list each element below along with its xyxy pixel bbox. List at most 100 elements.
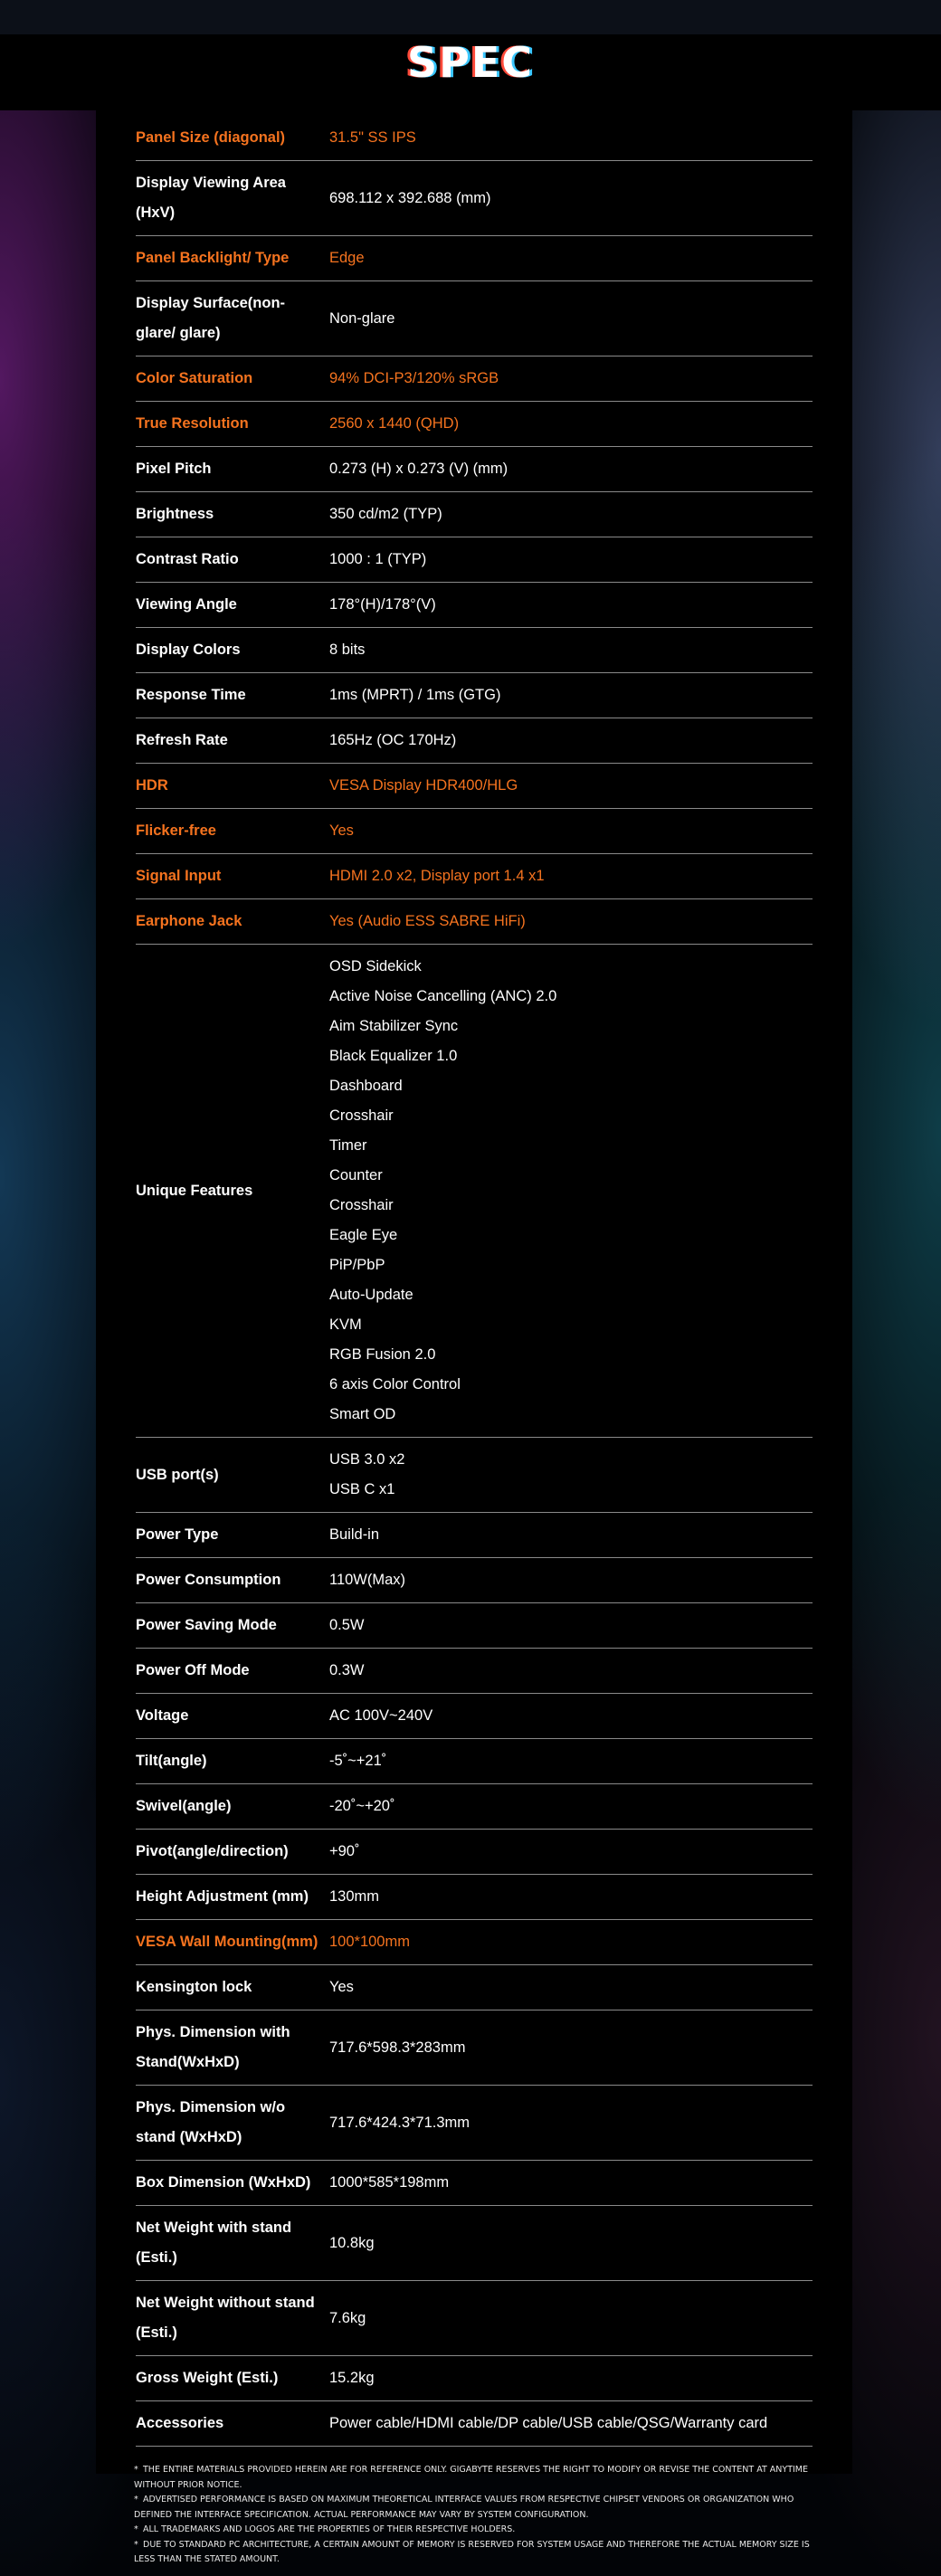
spec-value: -20˚~+20˚ — [329, 1798, 395, 1814]
spec-value: 178°(H)/178°(V) — [329, 596, 436, 613]
spec-row: Swivel(angle) -20˚~+20˚ — [136, 1783, 813, 1830]
spec-value-cell: Build-in — [329, 1512, 813, 1558]
spec-label: Earphone Jack — [136, 898, 329, 945]
spec-value-cell: 8 bits — [329, 627, 813, 673]
spec-row: Display Surface(non-glare/ glare) Non-gla… — [136, 280, 813, 356]
spec-value: Active Noise Cancelling (ANC) 2.0 — [329, 988, 557, 1004]
spec-value-cell: 0.3W — [329, 1648, 813, 1694]
spec-row: Viewing Angle 178°(H)/178°(V) — [136, 582, 813, 628]
spec-label: Net Weight without stand (Esti.) — [136, 2280, 329, 2356]
spec-row: Net Weight with stand (Esti.) 10.8kg — [136, 2205, 813, 2281]
footnote-bullet: * — [134, 2539, 138, 2550]
spec-value: Power cable/HDMI cable/DP cable/USB cabl… — [329, 2415, 768, 2431]
spec-value: KVM — [329, 1317, 362, 1333]
spec-row: Phys. Dimension w/o stand (WxHxD) 717.6*4… — [136, 2085, 813, 2161]
spec-value: OSD Sidekick — [329, 958, 422, 974]
spec-value: 1ms (MPRT) / 1ms (GTG) — [329, 687, 501, 703]
spec-row: HDR VESA Display HDR400/HLG — [136, 763, 813, 809]
spec-value-cell: 1000*585*198mm — [329, 2160, 813, 2206]
spec-value: Non-glare — [329, 309, 395, 327]
spec-value-cell: -20˚~+20˚ — [329, 1783, 813, 1830]
spec-value: +90˚ — [329, 1843, 360, 1859]
spec-value: 0.273 (H) x 0.273 (V) (mm) — [329, 461, 509, 477]
spec-row: Unique Features OSD Sidekick Active Noise … — [136, 944, 813, 1438]
spec-row: VESA Wall Mounting(mm) 100*100mm — [136, 1919, 813, 1965]
spec-value: 165Hz (OC 170Hz) — [329, 732, 457, 748]
spec-value: 7.6kg — [329, 2309, 366, 2326]
spec-row: Color Saturation 94% DCI-P3/120% sRGB — [136, 356, 813, 402]
spec-value: Dashboard — [329, 1078, 403, 1094]
spec-value-cell: 698.112 x 392.688 (mm) — [329, 160, 813, 236]
spec-value: -5˚~+21˚ — [329, 1753, 387, 1769]
spec-value-cell: 31.5" SS IPS — [329, 116, 813, 161]
spec-row: Display Colors 8 bits — [136, 627, 813, 673]
spec-table-body: Panel Size (diagonal) 31.5" SS IPS Display… — [136, 116, 813, 2447]
spec-value: PiP/PbP — [329, 1257, 385, 1273]
spec-value: Yes (Audio ESS SABRE HiFi) — [329, 913, 526, 929]
spec-value: Crosshair — [329, 1197, 394, 1213]
spec-label: Power Saving Mode — [136, 1602, 329, 1649]
spec-value-cell: 0.273 (H) x 0.273 (V) (mm) — [329, 446, 813, 492]
spec-value: RGB Fusion 2.0 — [329, 1346, 436, 1363]
spec-row: Flicker-free Yes — [136, 808, 813, 854]
spec-value-cell: 1ms (MPRT) / 1ms (GTG) — [329, 672, 813, 718]
spec-row: Brightness 350 cd/m2 (TYP) — [136, 491, 813, 537]
spec-label: Kensington lock — [136, 1964, 329, 2010]
spec-panel: Panel Size (diagonal) 31.5" SS IPS Display… — [96, 110, 852, 2474]
spec-value: Aim Stabilizer Sync — [329, 1018, 459, 1034]
footnote-bullet: * — [134, 2495, 138, 2505]
spec-row: Gross Weight (Esti.) 15.2kg — [136, 2355, 813, 2401]
spec-label: Voltage — [136, 1693, 329, 1739]
spec-value: 0.3W — [329, 1662, 365, 1678]
spec-value: 0.5W — [329, 1617, 365, 1633]
spec-row: Display Viewing Area (HxV) 698.112 x 392.… — [136, 160, 813, 236]
spec-value-cell: 100*100mm — [329, 1919, 813, 1965]
spec-value-cell: Power cable/HDMI cable/DP cable/USB cabl… — [329, 2400, 813, 2447]
spec-value: Yes — [329, 1979, 354, 1995]
top-bar — [0, 0, 941, 34]
spec-value: 717.6*424.3*71.3mm — [329, 2114, 470, 2131]
spec-value: Edge — [329, 250, 365, 266]
spec-row: Box Dimension (WxHxD) 1000*585*198mm — [136, 2160, 813, 2206]
spec-value-cell: 7.6kg — [329, 2280, 813, 2356]
spec-label: Pivot(angle/direction) — [136, 1829, 329, 1875]
spec-value: AC 100V~240V — [329, 1707, 433, 1724]
spec-value: Yes — [329, 822, 354, 839]
spec-label: Color Saturation — [136, 356, 329, 402]
spec-label: Gross Weight (Esti.) — [136, 2355, 329, 2401]
spec-value: 717.6*598.3*283mm — [329, 2039, 466, 2056]
spec-label: USB port(s) — [136, 1437, 329, 1513]
spec-row: Power Consumption 110W(Max) — [136, 1557, 813, 1603]
spec-label: Tilt(angle) — [136, 1738, 329, 1784]
spec-row: Accessories Power cable/HDMI cable/DP cab… — [136, 2400, 813, 2447]
spec-value: 8 bits — [329, 642, 366, 658]
spec-value-cell: USB 3.0 x2 USB C x1 — [329, 1437, 813, 1513]
spec-value-cell: 717.6*598.3*283mm — [329, 2010, 813, 2086]
spec-label: Signal Input — [136, 853, 329, 899]
footnotes: * THE ENTIRE MATERIALS PROVIDED HEREIN AR… — [134, 2463, 813, 2568]
spec-row: Net Weight without stand (Esti.) 7.6kg — [136, 2280, 813, 2356]
spec-label: Display Surface(non-glare/ glare) — [136, 280, 329, 356]
spec-label: Phys. Dimension w/o stand (WxHxD) — [136, 2085, 329, 2161]
spec-value: USB C x1 — [329, 1481, 395, 1497]
spec-value-cell: 94% DCI-P3/120% sRGB — [329, 356, 813, 402]
spec-value-cell: VESA Display HDR400/HLG — [329, 763, 813, 809]
spec-value: Eagle Eye — [329, 1227, 398, 1243]
spec-value-cell: 15.2kg — [329, 2355, 813, 2401]
spec-row: Pivot(angle/direction) +90˚ — [136, 1829, 813, 1875]
spec-label: True Resolution — [136, 401, 329, 447]
spec-row: Contrast Ratio 1000 : 1 (TYP) — [136, 537, 813, 583]
spec-row: True Resolution 2560 x 1440 (QHD) — [136, 401, 813, 447]
spec-value-cell: 10.8kg — [329, 2205, 813, 2281]
spec-value-cell: 350 cd/m2 (TYP) — [329, 491, 813, 537]
spec-value-cell: HDMI 2.0 x2, Display port 1.4 x1 — [329, 853, 813, 899]
spec-value: HDMI 2.0 x2, Display port 1.4 x1 — [329, 868, 545, 884]
spec-value: 2560 x 1440 (QHD) — [329, 415, 460, 432]
spec-row: Height Adjustment (mm) 130mm — [136, 1874, 813, 1920]
spec-row: Signal Input HDMI 2.0 x2, Display port 1.… — [136, 853, 813, 899]
spec-label: Panel Backlight/ Type — [136, 235, 329, 281]
spec-label: Accessories — [136, 2400, 329, 2447]
spec-value: 6 axis Color Control — [329, 1376, 461, 1393]
spec-value: 94% DCI-P3/120% sRGB — [329, 370, 499, 386]
footnote-text: ALL TRADEMARKS AND LOGOS ARE THE PROPERT… — [143, 2524, 516, 2534]
